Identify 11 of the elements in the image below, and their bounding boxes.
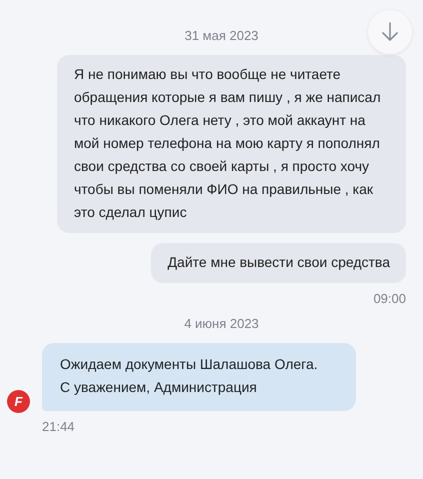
avatar-icon: F bbox=[7, 390, 30, 413]
date-separator: 31 мая 2023 bbox=[184, 28, 258, 43]
date-separator: 4 июня 2023 bbox=[184, 316, 259, 331]
message-text: Ожидаем документы Шалашова Олега. bbox=[60, 355, 319, 374]
scroll-down-button[interactable] bbox=[368, 10, 412, 54]
message-time: 21:44 bbox=[42, 419, 76, 434]
arrow-down-icon bbox=[380, 21, 400, 43]
message-bubble: Дайте мне вывести свои средства bbox=[150, 243, 406, 283]
message-bubble: Я не понимаю вы что вообще не читаете обращения которые я вам пишу , я же написал что никакого Олега нету , это мой аккаунт на мой номер телефона на мою карту я пополнял свои средства со своей карты , я просто хочу чтобы вы поменяли ФИО на правильные , как это сделал цупис bbox=[57, 55, 406, 233]
message-text: С уважением, Администрация bbox=[60, 378, 258, 397]
message-time: 09:00 bbox=[373, 291, 406, 306]
